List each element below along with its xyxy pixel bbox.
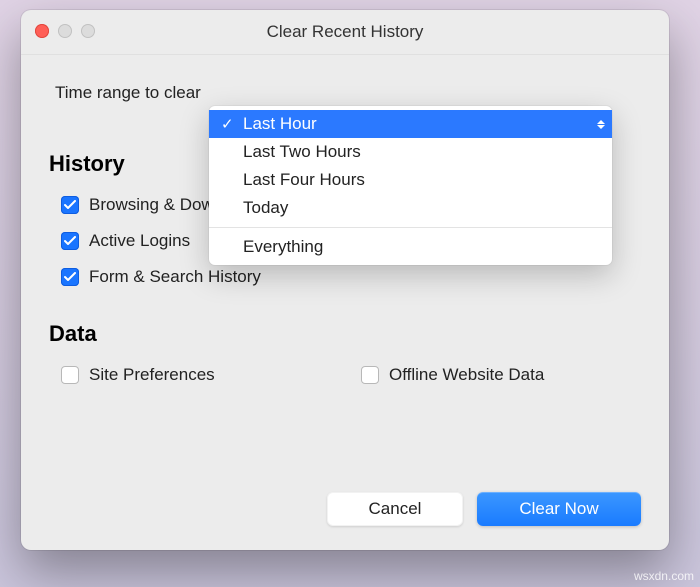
zoom-icon — [81, 24, 95, 38]
stepper-arrows-icon[interactable] — [590, 110, 612, 138]
cancel-button[interactable]: Cancel — [327, 492, 463, 526]
dropdown-option-today[interactable]: Today — [209, 194, 612, 222]
checkbox-offline-website-data[interactable]: Offline Website Data — [361, 365, 635, 385]
dropdown-option-last-four-hours[interactable]: Last Four Hours — [209, 166, 612, 194]
dropdown-option-last-two-hours[interactable]: Last Two Hours — [209, 138, 612, 166]
time-range-label: Time range to clear — [55, 83, 635, 103]
section-data: Data — [49, 321, 635, 347]
check-icon — [61, 366, 79, 384]
checkbox-site-preferences[interactable]: Site Preferences — [61, 365, 361, 385]
checkbox-label: Active Logins — [89, 231, 190, 251]
check-icon: ✓ — [221, 115, 234, 133]
clear-now-button[interactable]: Clear Now — [477, 492, 641, 526]
dropdown-separator — [209, 227, 612, 228]
dropdown-option-label: Everything — [243, 237, 323, 257]
dialog-buttons: Cancel Clear Now — [327, 492, 641, 526]
dropdown-option-label: Last Hour — [243, 114, 317, 134]
window-title: Clear Recent History — [267, 22, 424, 42]
dropdown-option-label: Last Two Hours — [243, 142, 361, 162]
check-icon — [361, 366, 379, 384]
check-icon — [61, 196, 79, 214]
dropdown-option-last-hour[interactable]: ✓ Last Hour — [209, 110, 612, 138]
data-check-grid: Site Preferences Offline Website Data — [61, 365, 635, 385]
checkbox-form-search-history[interactable]: Form & Search History — [61, 267, 361, 287]
check-icon — [61, 232, 79, 250]
checkbox-label: Site Preferences — [89, 365, 215, 385]
close-icon[interactable] — [35, 24, 49, 38]
dropdown-option-label: Last Four Hours — [243, 170, 365, 190]
time-range-dropdown[interactable]: ✓ Last Hour Last Two Hours Last Four Hou… — [209, 106, 612, 265]
checkbox-label: Offline Website Data — [389, 365, 544, 385]
dropdown-option-label: Today — [243, 198, 288, 218]
dropdown-option-everything[interactable]: Everything — [209, 233, 612, 261]
titlebar: Clear Recent History — [21, 10, 669, 55]
dialog-window: Clear Recent History Time range to clear… — [21, 10, 669, 550]
window-controls — [35, 24, 95, 38]
checkbox-label: Form & Search History — [89, 267, 261, 287]
watermark: wsxdn.com — [634, 569, 694, 583]
desktop: Clear Recent History Time range to clear… — [0, 0, 700, 587]
check-icon — [61, 268, 79, 286]
minimize-icon — [58, 24, 72, 38]
